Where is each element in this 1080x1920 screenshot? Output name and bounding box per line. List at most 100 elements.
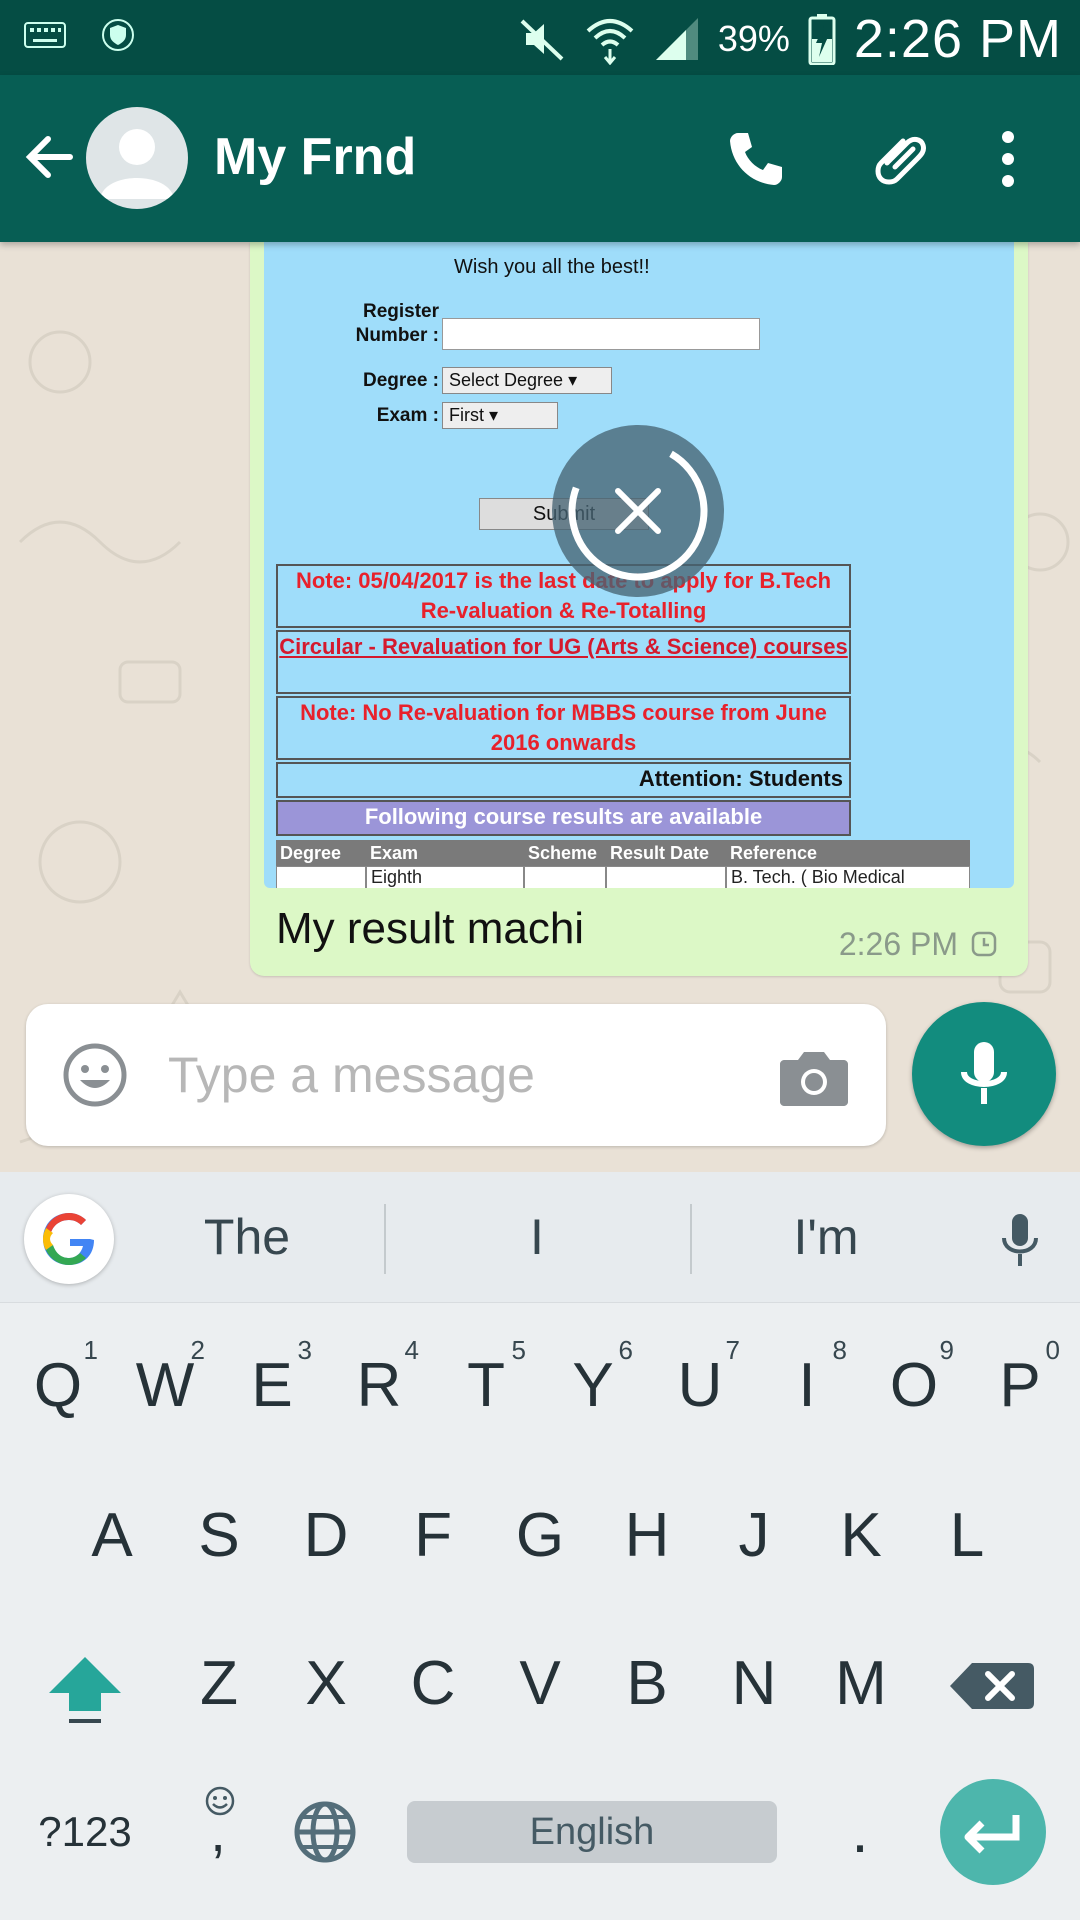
shift-icon xyxy=(49,1657,121,1723)
emoji-icon[interactable] xyxy=(62,1042,128,1108)
enter-key[interactable] xyxy=(940,1779,1046,1885)
battery-charging-icon xyxy=(808,14,836,65)
key-l[interactable]: L xyxy=(917,1471,1017,1601)
key-i[interactable]: I8 xyxy=(757,1321,857,1451)
space-key[interactable]: English xyxy=(407,1801,777,1863)
image-attention: Attention: Students xyxy=(276,762,851,798)
suggestion-1[interactable]: The xyxy=(147,1208,347,1266)
google-icon[interactable] xyxy=(24,1194,114,1284)
cancel-download-button[interactable] xyxy=(552,425,724,597)
shift-key[interactable] xyxy=(35,1619,135,1749)
key-y[interactable]: Y6 xyxy=(543,1321,643,1451)
key-e-label: E xyxy=(251,1351,293,1420)
key-o-hint: 9 xyxy=(939,1335,954,1365)
key-x[interactable]: X xyxy=(276,1619,376,1749)
voice-input-icon[interactable] xyxy=(990,1210,1050,1270)
key-q-label: Q xyxy=(33,1351,83,1420)
image-note2: Note: No Re-valuation for MBBS course fr… xyxy=(276,696,851,760)
enter-icon xyxy=(964,1815,1020,1854)
key-r[interactable]: R4 xyxy=(329,1321,429,1451)
keyboard-suggestion-strip: The I I'm xyxy=(0,1172,1080,1302)
contact-name[interactable]: My Frnd xyxy=(214,127,416,187)
key-b[interactable]: B xyxy=(597,1619,697,1749)
key-c[interactable]: C xyxy=(383,1619,483,1749)
key-n[interactable]: N xyxy=(704,1619,804,1749)
status-clock: 2:26 PM xyxy=(853,9,1062,69)
key-p[interactable]: P0 xyxy=(970,1321,1070,1451)
image-exam-select: First ▾ xyxy=(442,402,558,429)
key-y-label: Y xyxy=(572,1351,614,1420)
key-s[interactable]: S xyxy=(169,1471,269,1601)
image-degree-select-value: Select Degree xyxy=(449,370,564,390)
back-arrow-icon[interactable] xyxy=(20,127,80,187)
mic-icon xyxy=(961,1042,1007,1104)
emoji-hint-icon xyxy=(205,1786,235,1816)
key-f[interactable]: F xyxy=(383,1471,483,1601)
image-td-date xyxy=(606,866,726,888)
period-key[interactable]: . xyxy=(810,1767,910,1897)
image-th-date: Result Date xyxy=(610,843,710,863)
key-j[interactable]: J xyxy=(704,1471,804,1601)
image-td-degree xyxy=(276,866,366,888)
key-o-label: O xyxy=(889,1351,939,1420)
avatar[interactable] xyxy=(86,107,188,209)
image-td-reference: B. Tech. ( Bio Medical xyxy=(726,866,970,888)
image-register-label: Register Number : xyxy=(355,301,439,346)
pending-clock-icon xyxy=(971,931,997,957)
message-caption: My result machi xyxy=(276,904,585,953)
key-u-hint: 7 xyxy=(725,1335,740,1365)
key-d[interactable]: D xyxy=(276,1471,376,1601)
key-o[interactable]: O9 xyxy=(864,1321,964,1451)
image-circular-link: Circular - Revaluation for UG (Arts & Sc… xyxy=(276,630,851,694)
key-e-hint: 3 xyxy=(297,1335,312,1365)
symbols-key[interactable]: ?123 xyxy=(35,1767,135,1897)
key-q[interactable]: Q1 xyxy=(8,1321,108,1451)
message-input[interactable] xyxy=(168,1036,768,1114)
key-u[interactable]: U7 xyxy=(650,1321,750,1451)
attach-icon[interactable] xyxy=(865,123,937,195)
key-e[interactable]: E3 xyxy=(222,1321,322,1451)
image-th-scheme: Scheme xyxy=(528,843,598,863)
language-key[interactable] xyxy=(275,1767,375,1897)
message-bubble[interactable]: Wish you all the best!! Register Number … xyxy=(250,242,1028,976)
key-z[interactable]: Z xyxy=(169,1619,269,1749)
key-t-hint: 5 xyxy=(511,1335,526,1365)
key-i-label: I xyxy=(798,1351,816,1420)
key-r-hint: 4 xyxy=(404,1335,419,1365)
image-th-reference: Reference xyxy=(730,843,818,863)
key-m[interactable]: M xyxy=(811,1619,911,1749)
key-k[interactable]: K xyxy=(811,1471,911,1601)
keyboard-icon xyxy=(24,22,66,48)
signal-icon xyxy=(655,18,698,60)
chat-header: My Frnd xyxy=(0,75,1080,242)
key-a[interactable]: A xyxy=(62,1471,162,1601)
key-h[interactable]: H xyxy=(597,1471,697,1601)
key-w-label: W xyxy=(135,1351,195,1420)
key-w[interactable]: W2 xyxy=(115,1321,215,1451)
key-t[interactable]: T5 xyxy=(436,1321,536,1451)
suggestion-divider xyxy=(384,1204,386,1274)
key-p-hint: 0 xyxy=(1045,1335,1060,1365)
image-available: Following course results are available xyxy=(276,800,851,836)
wifi-icon xyxy=(586,19,634,65)
key-w-hint: 2 xyxy=(190,1335,205,1365)
keyboard: Q1 W2 E3 R4 T5 Y6 U7 I8 O9 P0 A S D F G … xyxy=(0,1302,1080,1920)
key-v[interactable]: V xyxy=(490,1619,590,1749)
voice-record-button[interactable] xyxy=(912,1002,1056,1146)
call-icon[interactable] xyxy=(720,123,792,195)
suggestion-2[interactable]: I xyxy=(437,1208,637,1266)
more-vert-icon[interactable] xyxy=(972,123,1044,195)
image-results-table: Degree Exam Scheme Result Date Reference… xyxy=(276,840,970,888)
image-th-degree: Degree xyxy=(280,843,342,863)
status-bar: 39% 2:26 PM xyxy=(0,0,1080,75)
image-degree-select: Select Degree ▾ xyxy=(442,367,612,394)
vpn-shield-icon xyxy=(102,19,134,51)
image-exam-select-value: First xyxy=(449,405,484,425)
camera-icon[interactable] xyxy=(778,1046,850,1108)
key-g[interactable]: G xyxy=(490,1471,590,1601)
globe-icon xyxy=(294,1801,356,1863)
comma-key[interactable]: , xyxy=(168,1767,268,1897)
suggestion-3[interactable]: I'm xyxy=(726,1208,926,1266)
backspace-key[interactable] xyxy=(944,1619,1044,1749)
backspace-icon xyxy=(950,1663,1034,1709)
